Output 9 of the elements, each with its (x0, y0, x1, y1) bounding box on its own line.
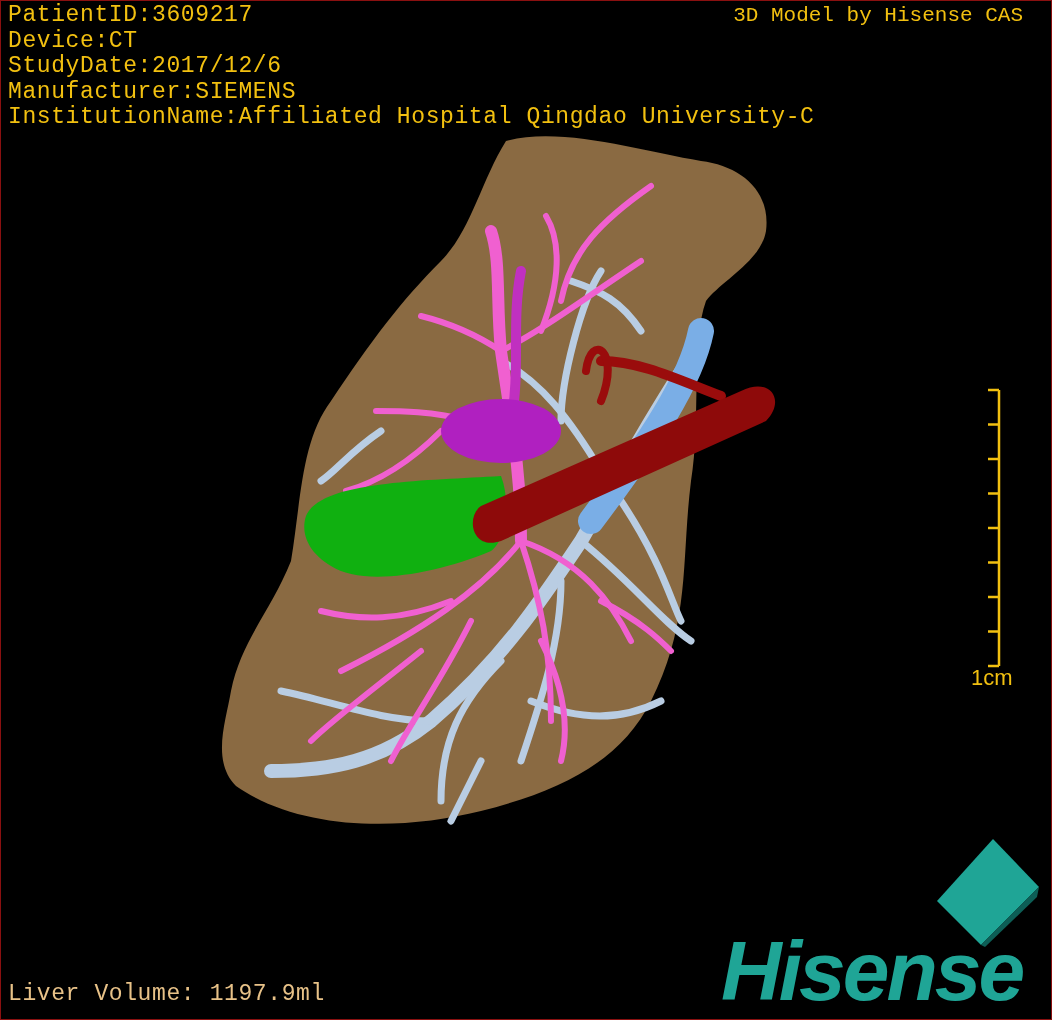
study-info-text: Device:CT (8, 28, 138, 54)
model-credit-text: 3D Model by Hisense CAS (733, 3, 1023, 28)
study-info-text: PatientID:3609217 (8, 3, 253, 29)
study-info-text: InstitutionName:Affiliated Hospital Qingdao University-C (8, 105, 815, 131)
study-info-text: StudyDate:2017/12/6 (8, 54, 282, 80)
brand-logo: Hisense (721, 926, 1023, 1016)
scale-label: 1cm (971, 665, 1013, 691)
study-info-text: Manufacturer:SIEMENS (8, 79, 297, 105)
liver-volume-text: Liver Volume: 1197.9ml (8, 981, 325, 1007)
